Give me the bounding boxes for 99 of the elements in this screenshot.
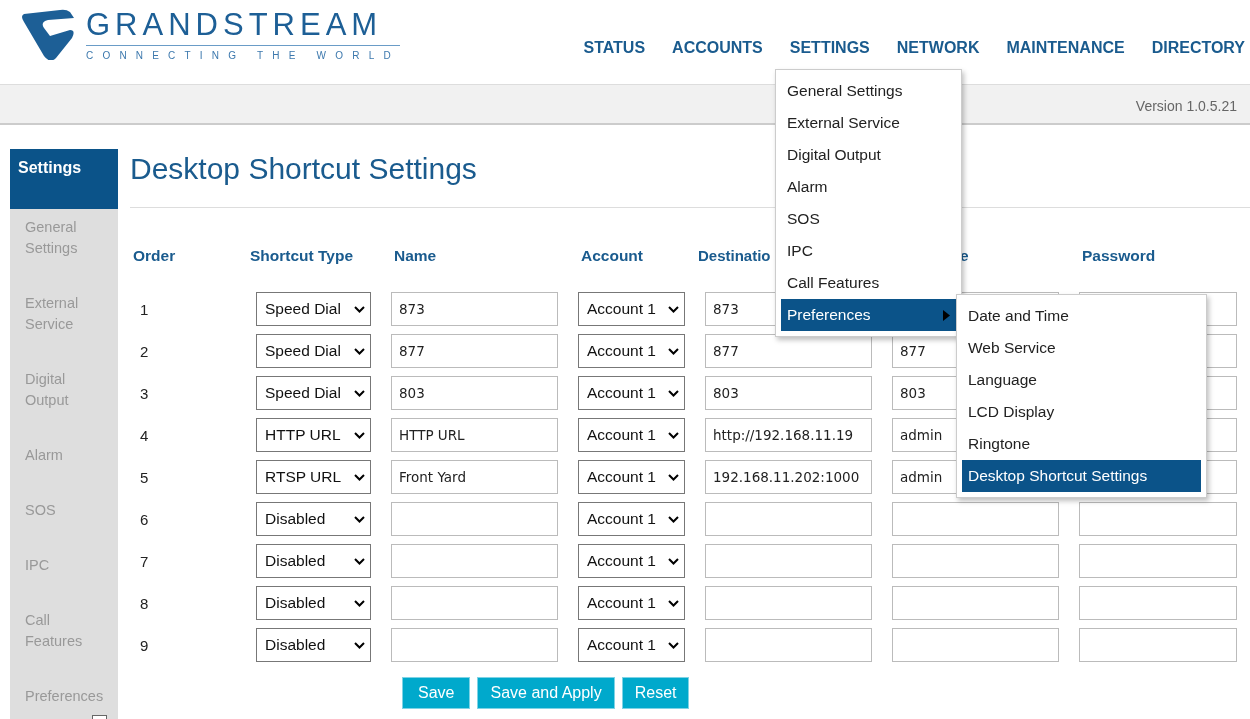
order-number: 6 [139,509,150,530]
account-dropdown[interactable]: Account 1 [578,418,685,452]
column-header: Order [133,247,176,264]
order-number: 9 [139,635,150,656]
name-field[interactable]: HTTP URL [391,418,558,452]
nav-link[interactable]: SETTINGS [762,38,870,58]
chevron-down-icon [668,389,679,397]
destination-field[interactable] [705,586,872,620]
destination-field[interactable] [705,628,872,662]
destination-field[interactable] [705,544,872,578]
password-field[interactable] [1079,586,1237,620]
order-number: 1 [139,299,150,320]
name-field[interactable]: 877 [391,334,558,368]
account-dropdown[interactable]: Account 1 [578,502,685,536]
chevron-down-icon [668,515,679,523]
name-field[interactable]: 873 [391,292,558,326]
menu-item[interactable]: Web Service [962,332,1201,364]
nav-link[interactable]: ACCOUNTS [645,38,763,58]
chevron-down-icon [354,305,365,313]
chevron-down-icon [668,347,679,355]
order-number: 5 [139,467,150,488]
chevron-down-icon [354,347,365,355]
column-header: Destinatio [698,247,771,264]
nav-link[interactable]: MAINTENANCE [979,38,1125,58]
order-number: 3 [139,383,150,404]
account-dropdown[interactable]: Account 1 [578,628,685,662]
column-header: Name [394,247,437,264]
shortcut-type-dropdown[interactable]: HTTP URL [256,418,371,452]
column-header: Shortcut Type [250,247,354,264]
menu-item[interactable]: Date and Time [962,300,1201,332]
menu-item[interactable]: Desktop Shortcut Settings [962,460,1201,492]
nav-link[interactable]: DIRECTORY [1124,38,1245,58]
chevron-down-icon [354,641,365,649]
chevron-down-icon [668,599,679,607]
destination-field[interactable]: 192.168.11.202:1000 [705,460,872,494]
password-field[interactable] [1079,502,1237,536]
username-field[interactable] [892,586,1059,620]
shortcut-type-dropdown[interactable]: Speed Dial [256,376,371,410]
destination-field[interactable]: 877 [705,334,872,368]
column-header: Account [581,247,643,264]
chevron-down-icon [668,305,679,313]
chevron-down-icon [354,599,365,607]
account-dropdown[interactable]: Account 1 [578,586,685,620]
order-number: 8 [139,593,150,614]
account-dropdown[interactable]: Account 1 [578,292,685,326]
nav-link[interactable]: STATUS [556,38,646,58]
chevron-down-icon [668,431,679,439]
name-field[interactable]: Front Yard [391,460,558,494]
shortcut-type-dropdown[interactable]: Disabled [256,586,371,620]
shortcut-type-dropdown[interactable]: Disabled [256,544,371,578]
menu-item[interactable]: Language [962,364,1201,396]
account-dropdown[interactable]: Account 1 [578,376,685,410]
menu-item[interactable]: Ringtone [962,428,1201,460]
nav-link[interactable]: NETWORK [869,38,980,58]
menu-item[interactable]: General Settings [781,75,956,107]
sidebar-item[interactable]: Settings [10,149,118,209]
chevron-down-icon [354,515,365,523]
menu-item[interactable]: External Service [781,107,956,139]
chevron-down-icon [354,557,365,565]
name-field[interactable] [391,586,558,620]
account-dropdown[interactable]: Account 1 [578,334,685,368]
account-dropdown[interactable]: Account 1 [578,544,685,578]
shortcut-type-dropdown[interactable]: Disabled [256,628,371,662]
destination-field[interactable] [705,502,872,536]
menu-item[interactable]: Call Features [781,267,956,299]
chevron-down-icon [354,431,365,439]
version-text: Version 1.0.5.21 [1135,97,1237,114]
chevron-down-icon [668,641,679,649]
name-field[interactable]: 803 [391,376,558,410]
name-field[interactable] [391,502,558,536]
logo-wordmark: GRANDSTREAM [86,8,400,46]
handle-icon[interactable] [92,715,107,719]
shortcut-type-dropdown[interactable]: Speed Dial [256,292,371,326]
order-number: 2 [139,341,150,362]
destination-field[interactable]: http://192.168.11.19 [705,418,872,452]
name-field[interactable] [391,544,558,578]
menu-item[interactable]: Preferences [781,299,956,331]
username-field[interactable] [892,628,1059,662]
order-number: 7 [139,551,150,572]
password-field[interactable] [1079,628,1237,662]
shortcut-type-dropdown[interactable]: Disabled [256,502,371,536]
logo-tagline: CONNECTING THE WORLD [86,50,400,61]
chevron-down-icon [354,389,365,397]
menu-item[interactable]: IPC [781,235,956,267]
chevron-down-icon [668,557,679,565]
username-field[interactable] [892,502,1059,536]
account-dropdown[interactable]: Account 1 [578,460,685,494]
shortcut-type-dropdown[interactable]: Speed Dial [256,334,371,368]
password-field[interactable] [1079,544,1237,578]
column-header: Password [1082,247,1156,264]
username-field[interactable] [892,544,1059,578]
destination-field[interactable]: 803 [705,376,872,410]
menu-item[interactable]: Alarm [781,171,956,203]
order-number: 4 [139,425,150,446]
menu-item[interactable]: LCD Display [962,396,1201,428]
shortcut-type-dropdown[interactable]: RTSP URL [256,460,371,494]
name-field[interactable] [391,628,558,662]
chevron-down-icon [354,473,365,481]
chevron-down-icon [668,473,679,481]
